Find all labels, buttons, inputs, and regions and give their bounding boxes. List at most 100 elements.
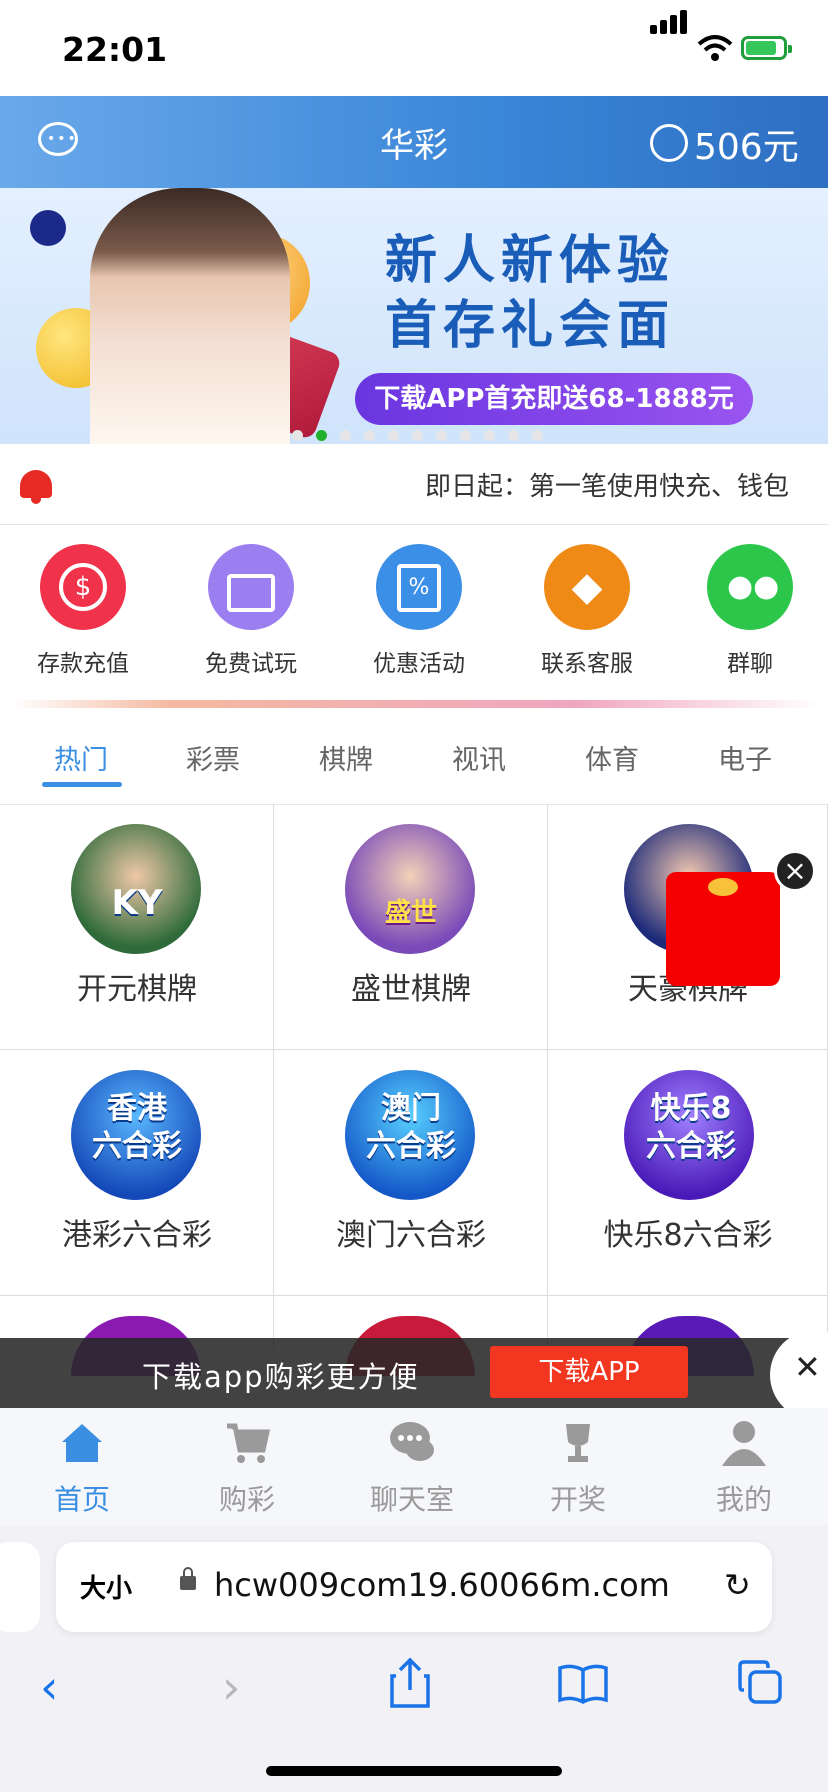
address-bar[interactable]: 大小 hcw009com19.60066m.com ↻ [56,1542,772,1632]
game-tile[interactable]: KY 开元棋牌 [0,804,274,1050]
bottom-navigation: 首页 购彩 聊天室 开奖 我的 [0,1408,828,1527]
diamond-icon: ◆ [544,544,630,630]
lock-icon [180,1567,196,1590]
category-tabs: 热门 彩票 棋牌 视讯 体育 电子 [0,708,828,805]
carousel-dot[interactable] [508,430,519,441]
tab-lottery[interactable]: 彩票 [168,738,258,777]
banner-headline: 新人新体验 [385,231,676,291]
nav-results[interactable]: 开奖 [523,1418,633,1518]
game-name: 盛世棋牌 [351,972,471,1007]
tab-hot[interactable]: 热门 [36,738,126,777]
carousel-dot[interactable] [292,430,303,441]
quick-label: 存款充值 [37,651,129,677]
notice-bar: 即日起：第一笔使用快充、钱包 [0,444,828,525]
cart-icon [227,1423,271,1463]
game-tile[interactable]: 澳门 六合彩 澳门六合彩 [274,1050,548,1296]
tabs-icon[interactable] [736,1658,784,1706]
game-name: 澳门六合彩 [336,1218,486,1253]
nav-buy-lottery[interactable]: 购彩 [192,1418,302,1518]
close-icon[interactable]: × [774,850,816,892]
model-image [90,188,290,444]
tab-chess[interactable]: 棋牌 [301,738,391,777]
gift-icon [208,544,294,630]
status-bar: 22:01 [0,0,828,96]
app-header: ••• 华彩 506元 [0,96,828,188]
nav-label: 开奖 [549,1483,606,1516]
reload-icon[interactable]: ↻ [724,1566,751,1604]
carousel-dot[interactable] [388,430,399,441]
account-balance[interactable]: 506元 [694,118,799,170]
profile-icon [722,1421,766,1466]
game-badge: 香港 六合彩 [92,1091,182,1164]
game-tile[interactable]: 香港 六合彩 港彩六合彩 [0,1050,274,1296]
game-badge: 快乐8 六合彩 [646,1091,736,1164]
home-indicator [266,1766,562,1776]
carousel-dot[interactable] [316,430,327,441]
carousel-dot[interactable] [412,430,423,441]
banner-cta[interactable]: 下载APP首充即送68-1888元 [355,373,753,425]
game-tile[interactable]: 快乐8 六合彩 快乐8六合彩 [548,1050,828,1296]
quick-support[interactable]: ◆ 联系客服 [522,544,652,678]
carousel-dot[interactable] [364,430,375,441]
share-icon[interactable] [390,1656,430,1708]
game-badge: KY [111,883,163,923]
game-name: 港彩六合彩 [62,1218,212,1253]
quick-label: 群聊 [727,651,773,677]
carousel-dot[interactable] [340,430,351,441]
nav-label: 首页 [53,1483,110,1516]
download-app-button[interactable]: 下载APP [490,1346,688,1398]
nav-label: 聊天室 [369,1483,454,1516]
banner-subheadline: 首存礼会面 [385,296,676,356]
nav-label: 购彩 [218,1483,275,1516]
wechat-icon: ●● [707,544,793,630]
chat-bubble-icon [390,1422,434,1461]
quick-label: 联系客服 [541,651,633,677]
url-text[interactable]: hcw009com19.60066m.com [214,1566,670,1604]
carousel-dot[interactable] [460,430,471,441]
red-envelope-popup[interactable] [666,872,780,986]
forward-icon[interactable]: › [222,1660,240,1714]
quick-free-trial[interactable]: 免费试玩 [186,544,316,678]
browser-toolbar: 大小 hcw009com19.60066m.com ↻ ‹ › [0,1526,828,1792]
quick-promotions[interactable]: % 优惠活动 [354,544,484,678]
nav-chat-room[interactable]: 聊天室 [357,1418,467,1518]
status-time: 22:01 [62,30,168,69]
notice-text[interactable]: 即日起：第一笔使用快充、钱包 [425,466,789,503]
back-icon[interactable]: ‹ [40,1660,58,1714]
quick-label: 优惠活动 [373,651,465,677]
promo-banner[interactable]: 新人新体验 首存礼会面 下载APP首充即送68-1888元 [0,188,828,444]
tab-sports[interactable]: 体育 [567,738,657,777]
nav-mine[interactable]: 我的 [689,1418,799,1518]
close-icon: ✕ [794,1348,821,1386]
game-badge: 澳门 六合彩 [366,1091,456,1164]
carousel-dot[interactable] [484,430,495,441]
nav-label: 我的 [715,1483,772,1516]
quick-deposit[interactable]: $ 存款充值 [18,544,148,678]
coupon-icon: % [376,544,462,630]
coin-icon: $ [40,544,126,630]
bell-icon [20,470,52,504]
divider [10,700,820,708]
user-icon[interactable] [650,124,688,162]
battery-icon [741,36,792,60]
game-tile[interactable]: 盛世 盛世棋牌 [274,804,548,1050]
download-app-bar: 下载app购彩更方便 下载APP [0,1338,828,1408]
carousel-dot[interactable] [532,430,543,441]
game-name: 开元棋牌 [77,972,197,1007]
trophy-icon [566,1424,590,1462]
previous-tab-preview[interactable] [0,1542,40,1632]
quick-group-chat[interactable]: ●● 群聊 [685,544,815,678]
lottery-ball-image [30,210,66,246]
download-message: 下载app购彩更方便 [142,1360,420,1394]
text-size-button[interactable]: 大小 [80,1568,132,1605]
carousel-dot[interactable] [436,430,447,441]
home-icon [62,1424,102,1462]
tab-electronic[interactable]: 电子 [700,738,790,777]
tab-live[interactable]: 视讯 [434,738,524,777]
nav-home[interactable]: 首页 [27,1418,137,1518]
bookmarks-icon[interactable] [558,1664,608,1704]
game-name: 快乐8六合彩 [603,1218,773,1253]
quick-label: 免费试玩 [205,651,297,677]
quick-links: $ 存款充值 免费试玩 % 优惠活动 ◆ 联系客服 ●● 群聊 [0,524,828,704]
wifi-icon [697,35,733,61]
